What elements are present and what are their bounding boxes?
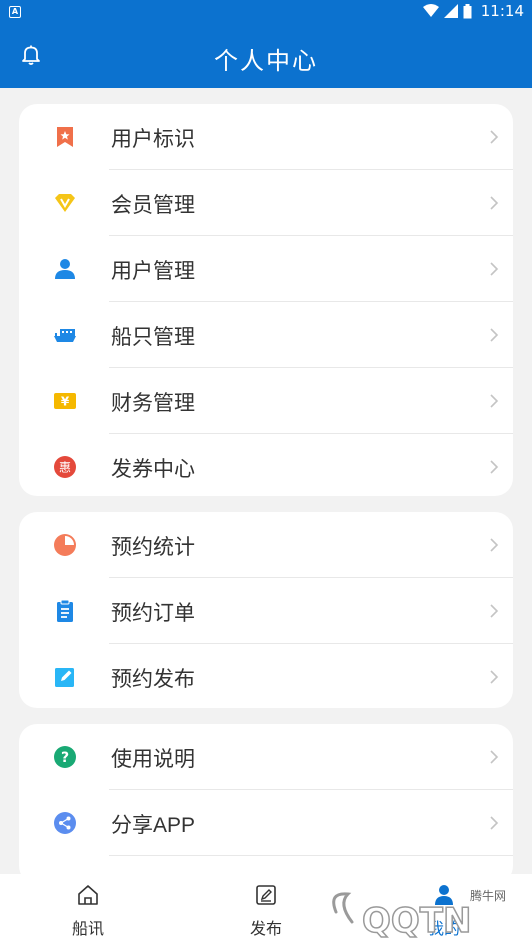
help-icon: ? [54, 746, 76, 768]
chevron-right-icon [490, 604, 499, 618]
menu-item-label: 会员管理 [111, 194, 195, 217]
app-header: 个人中心 [0, 24, 532, 88]
chevron-right-icon [490, 816, 499, 830]
chevron-right-icon [490, 130, 499, 144]
pie-chart-icon [54, 534, 76, 556]
notification-a-icon: A [9, 6, 21, 18]
chevron-right-icon [490, 262, 499, 276]
clipboard-icon [57, 599, 73, 622]
chevron-right-icon [490, 394, 499, 408]
tab-label: 船讯 [71, 919, 104, 938]
menu-item-user-management[interactable]: 用户管理 [19, 236, 513, 302]
page-title: 个人中心 [214, 47, 318, 75]
menu-group-booking: 预约统计 预约订单 预约发布 [19, 512, 513, 708]
menu-item-label: 预约统计 [111, 536, 195, 559]
coupon-hui-icon: 惠 [54, 456, 76, 478]
divider [109, 855, 513, 856]
yuan-card-icon: ¥ [54, 393, 76, 409]
menu-item-label: 用户标识 [111, 128, 195, 151]
ship-icon [54, 329, 76, 342]
menu-item-label: 用户管理 [111, 260, 195, 283]
watermark-logo: QQTN 腾牛网 [330, 888, 506, 940]
menu-item-booking-publish[interactable]: 预约发布 [19, 644, 513, 710]
svg-text:¥: ¥ [61, 395, 70, 409]
menu-group-account: 用户标识 会员管理 用户管理 船只管理 ¥ 财务管理 惠 发券中心 [19, 104, 513, 496]
tab-news[interactable]: 船讯 [38, 874, 138, 946]
tab-label: 发布 [249, 919, 282, 938]
menu-item-membership[interactable]: 会员管理 [19, 170, 513, 236]
status-bar: A 11:14 [0, 0, 532, 24]
edit-icon [55, 668, 74, 687]
menu-item-label: 预约发布 [111, 668, 195, 691]
menu-group-help: ? 使用说明 分享APP [19, 724, 513, 884]
wifi-icon [422, 4, 439, 17]
signal-icon [443, 4, 458, 18]
menu-item-ship-management[interactable]: 船只管理 [19, 302, 513, 368]
svg-text:QQTN: QQTN [362, 901, 471, 940]
menu-item-label: 预约订单 [111, 602, 195, 625]
menu-item-coupon-center[interactable]: 惠 发券中心 [19, 434, 513, 500]
share-icon [54, 812, 76, 834]
menu-item-label: 发券中心 [111, 458, 195, 481]
svg-text:惠: 惠 [59, 461, 71, 475]
menu-item-booking-orders[interactable]: 预约订单 [19, 578, 513, 644]
menu-item-label: 财务管理 [111, 392, 195, 415]
vip-diamond-icon [55, 194, 75, 212]
clock: 11:14 [480, 2, 524, 20]
chevron-right-icon [490, 328, 499, 342]
menu-item-label: 分享APP [111, 814, 196, 837]
chevron-right-icon [490, 460, 499, 474]
publish-icon [256, 885, 276, 905]
chevron-right-icon [490, 670, 499, 684]
tab-publish[interactable]: 发布 [216, 874, 316, 946]
user-icon [55, 259, 75, 279]
menu-item-label: 船只管理 [111, 326, 195, 349]
watermark-text: 腾牛网 [470, 888, 506, 903]
menu-item-share-app[interactable]: 分享APP [19, 790, 513, 856]
menu-item-finance[interactable]: ¥ 财务管理 [19, 368, 513, 434]
menu-item-booking-stats[interactable]: 预约统计 [19, 512, 513, 578]
bookmark-star-icon [57, 127, 73, 147]
menu-item-user-tag[interactable]: 用户标识 [19, 104, 513, 170]
home-icon [78, 885, 98, 905]
chevron-right-icon [490, 750, 499, 764]
chevron-right-icon [490, 196, 499, 210]
battery-icon [463, 3, 472, 18]
chevron-right-icon [490, 538, 499, 552]
menu-item-label: 使用说明 [111, 748, 195, 771]
svg-text:?: ? [61, 750, 69, 766]
menu-item-instructions[interactable]: ? 使用说明 [19, 724, 513, 790]
